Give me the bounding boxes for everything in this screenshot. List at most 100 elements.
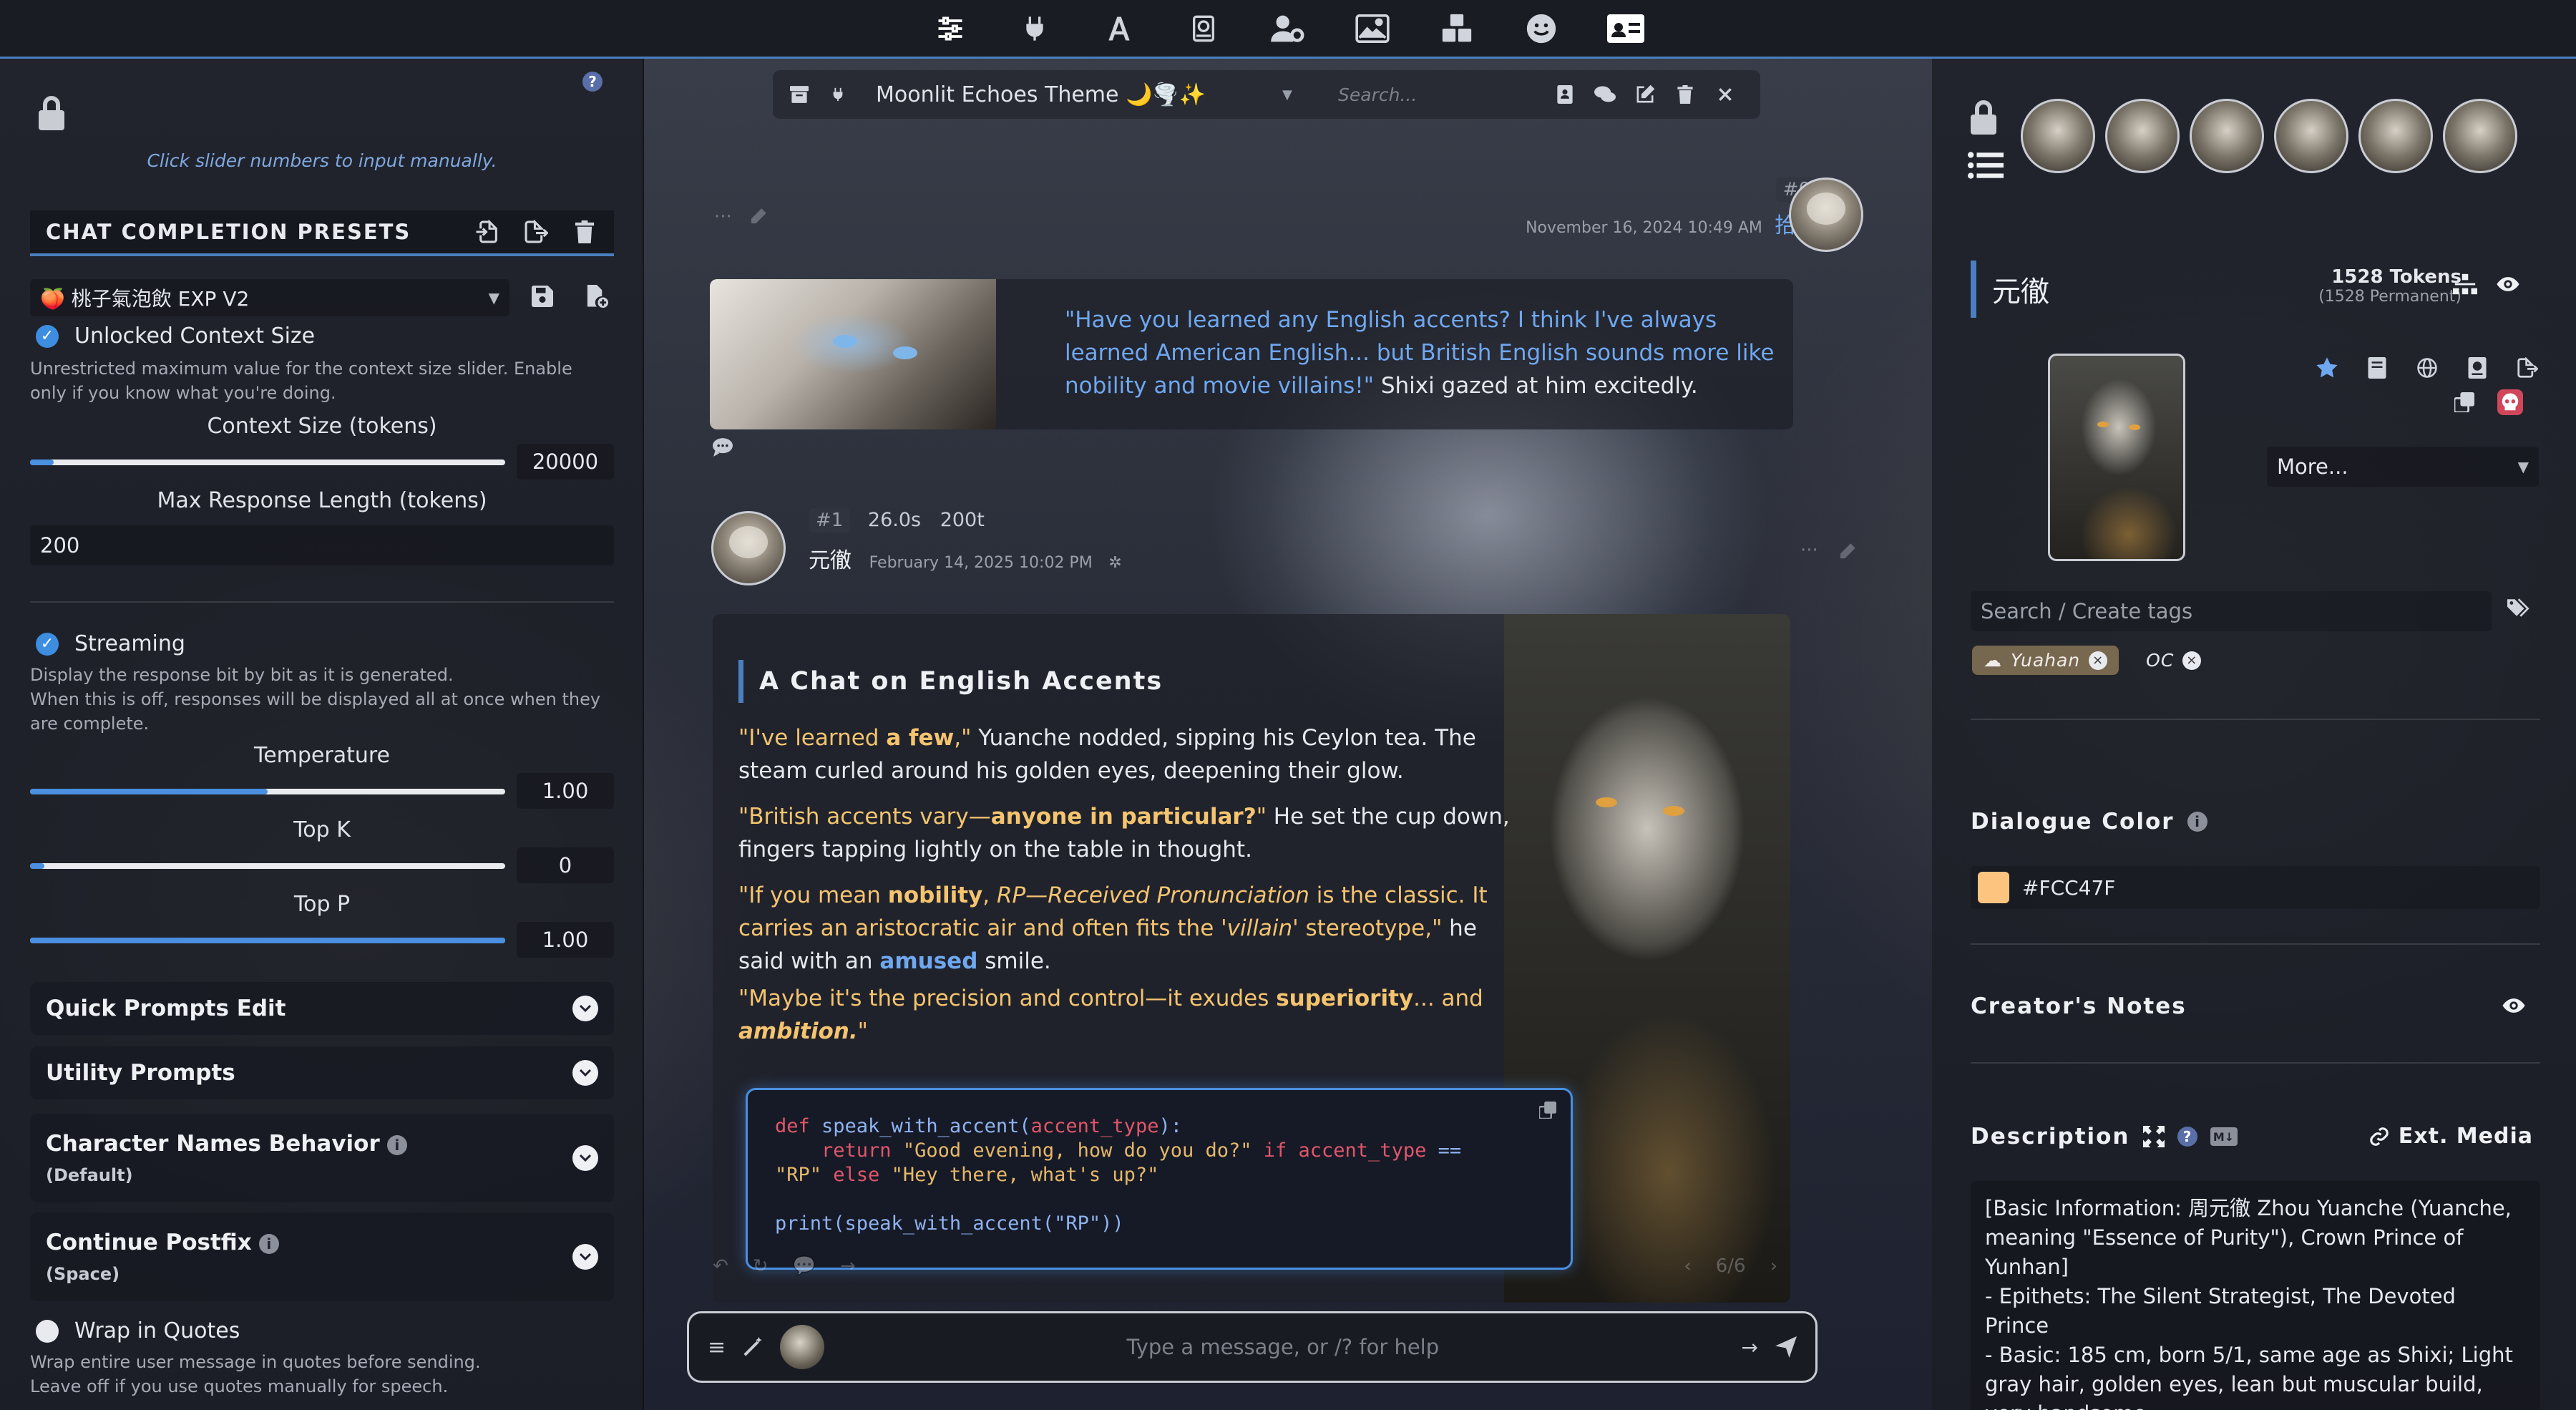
comment-icon[interactable]: 💬	[793, 1255, 816, 1277]
passport-icon[interactable]	[2464, 355, 2490, 381]
character-avatar[interactable]	[711, 511, 786, 585]
character-avatar[interactable]	[2358, 99, 2433, 173]
book-icon[interactable]	[1185, 10, 1222, 47]
arrow-right-icon[interactable]: →	[1742, 1336, 1758, 1359]
character-name[interactable]: 元徹	[1992, 268, 2049, 310]
unlocked-context-checkbox[interactable]: ✓ Unlocked Context Size	[36, 324, 315, 349]
skull-icon[interactable]	[2497, 389, 2523, 415]
character-avatar[interactable]	[2190, 99, 2264, 173]
new-file-icon[interactable]	[582, 282, 611, 311]
lock-icon[interactable]	[36, 94, 67, 132]
topp-slider[interactable]	[30, 938, 505, 943]
more-options-select[interactable]: More... ▼	[2267, 447, 2539, 487]
id-card-icon[interactable]	[1607, 10, 1644, 47]
continue-postfix-accordion[interactable]: Continue Postfix i (Space)	[30, 1212, 614, 1301]
eye-icon[interactable]	[2496, 272, 2524, 301]
help-icon[interactable]: ?	[2177, 1127, 2197, 1147]
star-icon[interactable]	[2314, 355, 2340, 381]
temperature-value[interactable]: 1.00	[517, 773, 614, 809]
markdown-icon[interactable]: M↓	[2210, 1127, 2238, 1146]
message-input[interactable]: Type a message, or /? for help	[841, 1335, 1724, 1359]
sitemap-icon[interactable]	[2453, 273, 2477, 295]
comments-icon[interactable]	[1594, 84, 1616, 105]
send-icon[interactable]	[1775, 1336, 1797, 1358]
wrap-quotes-checkbox[interactable]: Wrap in Quotes	[36, 1318, 240, 1343]
eye-icon[interactable]	[2502, 993, 2530, 1022]
description-textarea[interactable]: [Basic Information: 周元徹 Zhou Yuanche (Yu…	[1971, 1181, 2540, 1410]
undo-icon[interactable]: ↶	[713, 1255, 728, 1277]
context-size-slider[interactable]	[30, 460, 505, 465]
more-options-icon[interactable]: ···	[714, 206, 732, 228]
font-icon[interactable]	[1101, 10, 1138, 47]
user-gear-icon[interactable]	[1269, 10, 1307, 47]
tag-search-input[interactable]: Search / Create tags	[1971, 591, 2492, 631]
persona-avatar[interactable]	[780, 1325, 825, 1369]
help-icon[interactable]: ?	[582, 72, 602, 92]
globe-icon[interactable]	[2414, 355, 2440, 381]
character-card-image[interactable]	[2048, 354, 2185, 561]
character-avatar[interactable]	[2105, 99, 2180, 173]
smile-icon[interactable]	[1523, 10, 1560, 47]
address-book-icon[interactable]	[1554, 84, 1576, 105]
tags-icon[interactable]	[2507, 597, 2536, 626]
more-options-icon[interactable]: ···	[1800, 540, 1818, 561]
arrow-right-icon[interactable]: →	[840, 1255, 856, 1277]
streaming-checkbox[interactable]: ✓ Streaming	[36, 631, 185, 656]
image-icon[interactable]	[1354, 10, 1391, 47]
edit-icon[interactable]	[1634, 84, 1656, 105]
message-1-author[interactable]: 元徹	[809, 548, 852, 573]
character-avatar[interactable]	[2443, 99, 2517, 173]
close-icon[interactable]	[1714, 84, 1736, 105]
menu-icon[interactable]: ≡	[708, 1335, 726, 1360]
trash-icon[interactable]	[1674, 84, 1696, 105]
user-avatar[interactable]	[1789, 178, 1863, 252]
export-icon[interactable]	[522, 218, 550, 245]
tag-oc[interactable]: OC ×	[2135, 646, 2212, 675]
color-swatch[interactable]	[1978, 872, 2009, 903]
list-icon[interactable]	[1968, 150, 2004, 180]
character-avatar[interactable]	[2274, 99, 2348, 173]
info-icon[interactable]: i	[258, 1233, 279, 1254]
remove-tag-icon[interactable]: ×	[2089, 651, 2108, 670]
external-media-button[interactable]: Ext. Media	[2368, 1124, 2533, 1149]
sliders-icon[interactable]	[932, 10, 969, 47]
chat-title[interactable]: Moonlit Echoes Theme 🌙🌪️✨	[876, 82, 1206, 107]
preset-select[interactable]: 🍑 桃子氣泡飲 EXP V2 ▼	[30, 279, 509, 316]
lock-icon[interactable]	[1968, 99, 1999, 136]
save-icon[interactable]	[528, 282, 557, 311]
info-icon[interactable]: i	[386, 1134, 407, 1155]
comment-icon[interactable]	[713, 438, 733, 457]
regenerate-icon[interactable]: ↻	[753, 1255, 769, 1277]
book-icon[interactable]	[2364, 355, 2390, 381]
chevron-down-icon[interactable]: ▼	[1282, 87, 1292, 102]
pencil-icon[interactable]	[748, 208, 767, 226]
utility-prompts-accordion[interactable]: Utility Prompts	[30, 1046, 614, 1099]
temperature-slider[interactable]	[30, 789, 505, 794]
magic-wand-icon[interactable]	[743, 1337, 763, 1357]
tag-yuahan[interactable]: ☁ Yuahan ×	[1972, 646, 2119, 675]
chat-search-input[interactable]: Search...	[1338, 84, 1417, 105]
max-response-field[interactable]: 200	[30, 525, 614, 565]
import-icon[interactable]	[474, 218, 501, 245]
swipe-right-icon[interactable]: ›	[1770, 1255, 1777, 1277]
character-avatar[interactable]	[2021, 99, 2095, 173]
plug-icon[interactable]	[1016, 10, 1053, 47]
swipe-left-icon[interactable]: ‹	[1684, 1255, 1691, 1277]
topp-value[interactable]: 1.00	[517, 922, 614, 958]
character-names-accordion[interactable]: Character Names Behavior i (Default)	[30, 1114, 614, 1202]
dialogue-color-field[interactable]: #FCC47F	[1971, 866, 2540, 909]
remove-tag-icon[interactable]: ×	[2182, 651, 2202, 670]
clone-icon[interactable]	[2451, 389, 2477, 415]
trash-icon[interactable]	[571, 218, 598, 245]
copy-icon[interactable]	[1539, 1102, 1558, 1120]
pencil-icon[interactable]	[1838, 543, 1856, 561]
expand-icon[interactable]	[2142, 1126, 2165, 1147]
topk-slider[interactable]	[30, 863, 505, 869]
archive-icon[interactable]	[789, 84, 810, 105]
plug-icon[interactable]	[827, 84, 849, 105]
export-icon[interactable]	[2514, 355, 2540, 381]
topk-value[interactable]: 0	[517, 847, 614, 883]
quick-prompts-accordion[interactable]: Quick Prompts Edit	[30, 982, 614, 1035]
context-size-value[interactable]: 20000	[517, 444, 614, 480]
info-icon[interactable]: i	[2187, 812, 2207, 832]
